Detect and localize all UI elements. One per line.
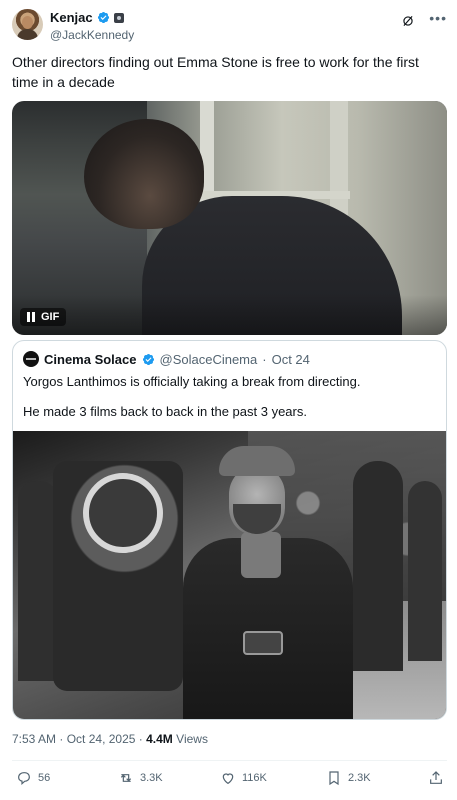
bookmark-icon bbox=[329, 771, 339, 786]
reply-button[interactable]: 56 bbox=[16, 770, 50, 786]
author-avatar[interactable] bbox=[12, 9, 43, 40]
meta-separator: · bbox=[59, 732, 64, 746]
quote-avatar[interactable] bbox=[23, 351, 39, 367]
like-icon bbox=[222, 773, 234, 785]
more-icon[interactable]: ••• bbox=[429, 10, 447, 26]
repost-button[interactable]: 3.3K bbox=[118, 770, 163, 786]
bookmark-count: 2.3K bbox=[348, 772, 371, 784]
reply-count: 56 bbox=[38, 772, 51, 784]
views-label: Views bbox=[176, 732, 208, 746]
author-display-name[interactable]: Kenjac bbox=[50, 10, 93, 25]
bookmark-button[interactable]: 2.3K bbox=[326, 770, 371, 786]
quote-header: Cinema Solace @SolaceCinema · Oct 24 bbox=[23, 351, 310, 367]
verified-badge-icon bbox=[142, 353, 154, 365]
pause-icon[interactable] bbox=[27, 312, 35, 322]
tweet-date[interactable]: Oct 24, 2025 bbox=[67, 732, 136, 746]
share-button[interactable] bbox=[428, 770, 444, 786]
repost-count: 3.3K bbox=[140, 772, 163, 784]
gif-label: GIF bbox=[41, 311, 60, 323]
gif-media[interactable]: GIF bbox=[12, 101, 447, 335]
quote-photo[interactable] bbox=[13, 431, 446, 719]
gif-badge[interactable]: GIF bbox=[20, 308, 67, 326]
reply-icon bbox=[18, 772, 30, 785]
tweet-text: Other directors finding out Emma Stone i… bbox=[12, 54, 419, 90]
quote-display-name[interactable]: Cinema Solace bbox=[44, 352, 137, 367]
verified-badge-icon bbox=[97, 11, 109, 24]
tweet-time[interactable]: 7:53 AM bbox=[12, 732, 56, 746]
like-button[interactable]: 116K bbox=[220, 770, 267, 786]
author-name-row: Kenjac bbox=[50, 10, 124, 25]
affiliate-badge-icon bbox=[113, 12, 124, 23]
quote-text-line1: Yorgos Lanthimos is officially taking a … bbox=[23, 374, 361, 389]
tweet-header: Kenjac @JackKennedy ••• bbox=[12, 8, 447, 48]
action-bar: 56 3.3K 116K 2.3K bbox=[12, 770, 445, 790]
grok-icon[interactable] bbox=[401, 14, 415, 28]
quoted-tweet[interactable]: Cinema Solace @SolaceCinema · Oct 24 Yor… bbox=[12, 340, 447, 720]
repost-icon bbox=[120, 774, 132, 782]
author-handle[interactable]: @JackKennedy bbox=[50, 28, 134, 42]
meta-separator-2: · bbox=[138, 732, 143, 746]
quote-date[interactable]: Oct 24 bbox=[272, 352, 310, 367]
quote-handle[interactable]: @SolaceCinema bbox=[160, 352, 258, 367]
quote-text-line2: He made 3 films back to back in the past… bbox=[23, 404, 307, 419]
tweet-meta: 7:53 AM · Oct 24, 2025 · 4.4M Views bbox=[12, 732, 208, 746]
share-icon bbox=[430, 771, 442, 784]
views-count: 4.4M bbox=[146, 732, 173, 746]
like-count: 116K bbox=[242, 772, 267, 784]
quote-separator: · bbox=[262, 351, 267, 367]
divider bbox=[12, 760, 447, 761]
